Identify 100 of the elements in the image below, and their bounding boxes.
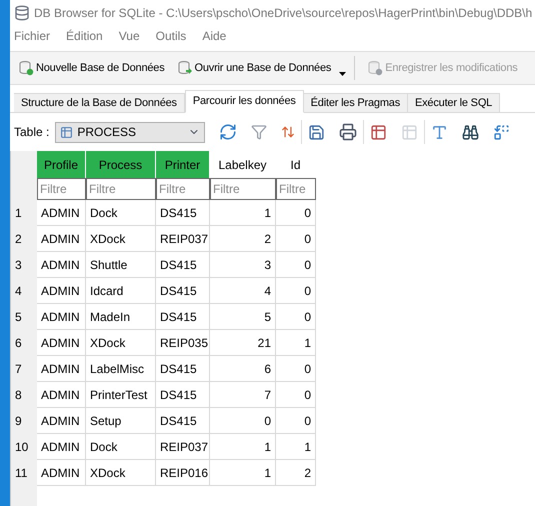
- table-cell: 6: [210, 356, 276, 382]
- filter-field[interactable]: Filtre: [276, 178, 316, 200]
- table-cell: ADMIN: [37, 278, 86, 304]
- table-cell: 1: [210, 460, 276, 486]
- table-cell: 0: [276, 356, 316, 382]
- toolbar-button[interactable]: Nouvelle Base de Données: [14, 54, 169, 82]
- database-icon: [18, 60, 34, 76]
- table-cell: 2: [276, 460, 316, 486]
- table-cell: 0: [276, 252, 316, 278]
- menu-item[interactable]: Aide: [202, 27, 226, 45]
- row-number[interactable]: 9: [11, 408, 37, 434]
- table-cell: ADMIN: [37, 330, 86, 356]
- table-cell: 21: [210, 330, 276, 356]
- table-cell: ADMIN: [37, 460, 86, 486]
- find-icon[interactable]: [462, 124, 480, 140]
- table-cell: ADMIN: [37, 408, 86, 434]
- row-number[interactable]: 4: [11, 278, 37, 304]
- table-cell: DS415: [156, 278, 210, 304]
- clear-filter-icon[interactable]: [251, 124, 268, 140]
- table-cell: DS415: [156, 356, 210, 382]
- table-cell: ADMIN: [37, 226, 86, 252]
- row-number[interactable]: 6: [11, 330, 37, 356]
- table-cell: PrinterTest: [86, 382, 156, 408]
- table-dropdown[interactable]: PROCESS: [55, 122, 206, 142]
- table-cell: REIP037: [156, 434, 210, 460]
- table-cell: DS415: [156, 408, 210, 434]
- menu-item[interactable]: Outils: [156, 27, 186, 45]
- table-cell: Setup: [86, 408, 156, 434]
- row-number[interactable]: 7: [11, 356, 37, 382]
- menu-item[interactable]: Vue: [118, 27, 140, 45]
- table-cell: ADMIN: [37, 304, 86, 330]
- row-number[interactable]: 8: [11, 382, 37, 408]
- table-cell: 7: [210, 382, 276, 408]
- table-cell: 1: [276, 434, 316, 460]
- insert-record-icon[interactable]: [370, 124, 388, 140]
- font-icon[interactable]: [431, 124, 448, 140]
- table-cell: REIP035: [156, 330, 210, 356]
- table-cell: ADMIN: [37, 382, 86, 408]
- app-icon: [14, 4, 30, 20]
- table-cell: 0: [276, 278, 316, 304]
- filter-field[interactable]: Filtre: [156, 178, 210, 200]
- row-number[interactable]: 2: [11, 226, 37, 252]
- table-cell: 0: [276, 382, 316, 408]
- table-cell: 0: [210, 408, 276, 434]
- table-icon: [60, 126, 74, 138]
- save-table-icon[interactable]: [308, 124, 326, 140]
- column-header[interactable]: Process: [86, 151, 156, 178]
- table-cell: 0: [276, 304, 316, 330]
- column-header[interactable]: Profile: [37, 151, 86, 178]
- row-number[interactable]: 3: [11, 252, 37, 278]
- table-cell: Shuttle: [86, 252, 156, 278]
- table-cell: Dock: [86, 200, 156, 226]
- table-cell: 1: [276, 330, 316, 356]
- table-label: Table :: [14, 124, 50, 141]
- row-number[interactable]: 10: [11, 434, 37, 460]
- table-cell: ADMIN: [37, 252, 86, 278]
- replace-icon[interactable]: [493, 124, 510, 140]
- row-number[interactable]: 5: [11, 304, 37, 330]
- row-number[interactable]: 11: [11, 460, 37, 486]
- table-cell: DS415: [156, 382, 210, 408]
- table-cell: 0: [276, 226, 316, 252]
- table-cell: 0: [276, 200, 316, 226]
- table-cell: DS415: [156, 304, 210, 330]
- table-cell: Dock: [86, 434, 156, 460]
- window-title: DB Browser for SQLite - C:\Users\pscho\OneDrive\source\repos\HagerPrint\bin\Debug\DDB\h: [34, 4, 532, 22]
- table-cell: MadeIn: [86, 304, 156, 330]
- table-cell: DS415: [156, 252, 210, 278]
- table-cell: 0: [276, 408, 316, 434]
- toolbar-button[interactable]: Ouvrir une Base de Données: [172, 54, 336, 82]
- table-cell: 1: [210, 434, 276, 460]
- tab[interactable]: Exécuter le SQL: [408, 93, 500, 113]
- table-cell: 5: [210, 304, 276, 330]
- tab[interactable]: Structure de la Base de Données: [14, 93, 185, 113]
- table-cell: ADMIN: [37, 356, 86, 382]
- database-icon: [176, 60, 193, 76]
- table-cell: XDock: [86, 460, 156, 486]
- table-cell: 4: [210, 278, 276, 304]
- tab[interactable]: Éditer les Pragmas: [304, 93, 408, 113]
- tab[interactable]: Parcourir les données: [184, 90, 304, 113]
- table-cell: REIP016: [156, 460, 210, 486]
- menu-item[interactable]: Édition: [66, 27, 103, 45]
- table-cell: XDock: [86, 330, 156, 356]
- table-cell: 3: [210, 252, 276, 278]
- table-cell: ADMIN: [37, 434, 86, 460]
- filter-field[interactable]: Filtre: [210, 178, 276, 200]
- table-cell: REIP037: [156, 226, 210, 252]
- refresh-icon[interactable]: [219, 123, 238, 141]
- clear-sort-icon[interactable]: [281, 125, 296, 139]
- filter-field[interactable]: Filtre: [37, 178, 86, 200]
- table-cell: DS415: [156, 200, 210, 226]
- row-number[interactable]: 1: [11, 200, 37, 226]
- table-cell: XDock: [86, 226, 156, 252]
- menu-item[interactable]: Fichier: [14, 27, 50, 45]
- column-header[interactable]: Printer: [156, 151, 210, 178]
- table-cell: 2: [210, 226, 276, 252]
- dropdown-arrow-icon[interactable]: [339, 72, 346, 76]
- database-icon: [367, 60, 384, 76]
- filter-field[interactable]: Filtre: [86, 178, 156, 200]
- table-cell: LabelMisc: [86, 356, 156, 382]
- print-icon[interactable]: [339, 123, 358, 141]
